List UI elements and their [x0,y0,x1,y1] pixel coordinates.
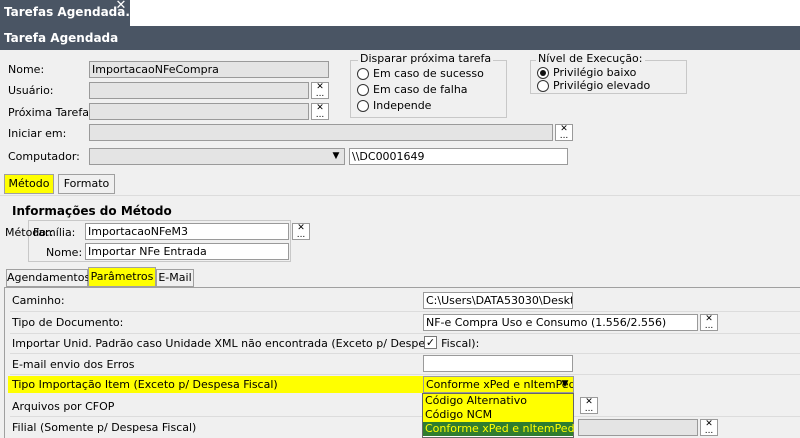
usuario-input[interactable] [89,82,309,99]
nome-label: Nome: [8,63,45,76]
computador-path-input[interactable]: \\DC0001649 [349,148,568,165]
nivel-title: Nível de Execução: [536,52,645,65]
row-divider [10,353,800,354]
familia-lookup-button[interactable]: ✕... [292,223,310,240]
filial-lookup-button[interactable]: ✕... [700,419,718,436]
row-divider [10,416,800,417]
dropdown-option-selected[interactable]: Conforme xPed e nItemPed [423,422,575,436]
tab-metodo[interactable]: Método [4,174,54,194]
importar-unid-label: Importar Unid. Padrão caso Unidade XML n… [12,337,480,350]
arquivos-cfop-label: Arquivos por CFOP [12,400,115,413]
iniciar-input[interactable] [89,124,553,141]
page-title: Tarefa Agendada [0,26,800,50]
radio-independe[interactable] [357,100,369,112]
dropdown-option[interactable]: Código NCM [423,408,573,422]
proxima-lookup-button[interactable]: ✕... [311,103,329,120]
document-tab[interactable]: Tarefas Agendada... [0,0,139,26]
computador-label: Computador: [8,150,80,163]
radio-sucesso-label: Em caso de sucesso [373,67,484,80]
row-divider [10,333,800,334]
tipo-importacao-select[interactable]: Conforme xPed e nItemPed [423,376,574,393]
tipo-importacao-dropdown: Código Alternativo Código NCM Conforme x… [422,393,575,438]
dropdown-option[interactable]: Código Alternativo [423,394,573,408]
metodo-nome-input[interactable]: Importar NFe Entrada [85,243,289,260]
radio-falha[interactable] [357,84,369,96]
arquivos-cfop-lookup-button[interactable]: ✕... [580,397,598,414]
more-icon: ... [704,426,714,436]
tab-parametros[interactable]: Parâmetros [88,267,156,287]
more-icon: ... [315,110,325,120]
tipo-doc-label: Tipo de Documento: [12,316,124,329]
tipo-importacao-label: Tipo Importação Item (Exceto p/ Despesa … [12,378,278,391]
importar-unid-checkbox[interactable]: ✓ [424,336,437,349]
radio-privilegio-baixo-label: Privilégio baixo [553,66,637,79]
more-icon: ... [584,404,594,414]
radio-privilegio-baixo[interactable] [537,67,549,79]
tab-agendamentos[interactable]: Agendamentos [6,269,90,287]
radio-privilegio-elevado[interactable] [537,80,549,92]
email-erros-label: E-mail envio dos Erros [12,358,135,371]
disparar-title: Disparar próxima tarefa [358,52,494,65]
radio-privilegio-elevado-label: Privilégio elevado [553,79,651,92]
filial-label: Filial (Somente p/ Despesa Fiscal) [12,421,197,434]
iniciar-label: Iniciar em: [8,127,67,140]
iniciar-lookup-button[interactable]: ✕... [555,124,573,141]
more-icon: ... [315,89,325,99]
metodo-section-title: Informações do Método [12,204,172,218]
chevron-down-icon[interactable]: ▼ [558,376,572,392]
radio-falha-label: Em caso de falha [373,83,468,96]
tipo-doc-lookup-button[interactable]: ✕... [700,314,718,331]
email-erros-input[interactable] [423,355,573,372]
proxima-label: Próxima Tarefa: [8,106,93,119]
metodo-nome-label: Nome: [46,246,83,259]
radio-sucesso[interactable] [357,68,369,80]
row-divider [10,311,800,312]
close-icon[interactable]: ✕ [114,0,128,14]
tab-formato[interactable]: Formato [58,174,115,194]
chevron-down-icon[interactable]: ▼ [329,148,343,164]
computador-select[interactable] [89,148,345,165]
more-icon: ... [704,321,714,331]
usuario-label: Usuário: [8,84,54,97]
radio-independe-label: Independe [373,99,432,112]
usuario-lookup-button[interactable]: ✕... [311,82,329,99]
caminho-input[interactable]: C:\Users\DATA53030\Deskto [423,292,573,309]
tab-divider [0,195,800,196]
more-icon: ... [559,131,569,141]
more-icon: ... [296,230,306,240]
tab-email[interactable]: E-Mail [156,269,194,287]
tipo-doc-input[interactable]: NF-e Compra Uso e Consumo (1.556/2.556) [423,314,698,331]
familia-label: Família: [33,226,76,239]
row-divider [10,374,800,375]
proxima-input[interactable] [89,103,309,120]
filial-input[interactable] [578,419,698,436]
caminho-label: Caminho: [12,294,65,307]
familia-input[interactable]: ImportacaoNFeM3 [85,223,289,240]
nome-input[interactable]: ImportacaoNFeCompra [89,61,329,78]
